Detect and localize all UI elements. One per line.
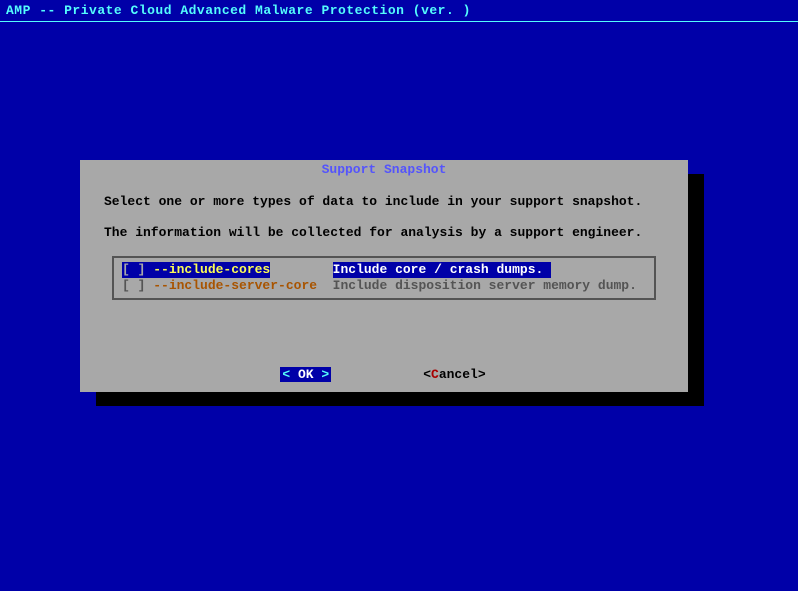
ok-button[interactable]: < OK > [280,367,331,382]
dialog-title: Support Snapshot [318,162,451,177]
dialog-body: Select one or more types of data to incl… [80,160,688,300]
option-flag: --include-cores [153,262,270,278]
button-row: < OK > <Cancel> [80,367,688,382]
options-box: [ ] --include-cores Include core / crash… [112,256,656,300]
option-include-cores[interactable]: [ ] --include-cores Include core / crash… [122,262,646,278]
option-flag: --include-server-core [153,278,317,294]
arrow-left-icon: < [282,367,290,382]
option-description: Include core / crash dumps. [333,262,551,278]
dialog-instruction-1: Select one or more types of data to incl… [104,194,664,209]
checkbox-icon[interactable]: [ ] [122,278,153,294]
arrow-right-icon: > [321,367,329,382]
support-snapshot-dialog: Support Snapshot Select one or more type… [80,160,688,392]
checkbox-icon[interactable]: [ ] [122,262,153,278]
option-description: Include disposition server memory dump. [333,278,637,294]
cancel-button[interactable]: <Cancel> [421,367,487,382]
dialog-instruction-2: The information will be collected for an… [104,225,664,240]
app-header: AMP -- Private Cloud Advanced Malware Pr… [0,0,798,22]
option-include-server-core[interactable]: [ ] --include-server-core Include dispos… [122,278,646,294]
app-title: AMP -- Private Cloud Advanced Malware Pr… [6,3,471,18]
